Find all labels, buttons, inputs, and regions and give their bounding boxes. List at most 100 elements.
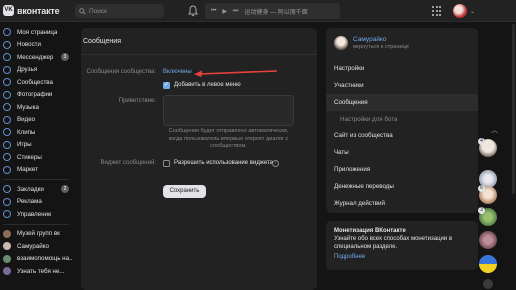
sidebar-item-label: Самурайко — [17, 242, 49, 250]
widget-label: Виджет сообщений: — [100, 160, 157, 166]
play-icon[interactable]: ▶ — [222, 8, 227, 15]
player-track-title: 运动健身 — 阿以丽千面 — [244, 9, 308, 16]
community-header[interactable]: Самурайко вернуться к странице — [334, 36, 409, 50]
search-icon — [79, 7, 86, 15]
sidebar-item-label: Фотографии — [17, 91, 53, 99]
sidebar-item-video[interactable]: Видео — [0, 114, 72, 127]
sidebar-item-label: Игры — [17, 141, 32, 149]
chat-avatar[interactable] — [479, 255, 497, 273]
games-icon — [3, 140, 11, 149]
sidebar-item-communities[interactable]: Сообщества — [0, 76, 72, 89]
menu-item-members[interactable]: Участники — [326, 77, 478, 94]
bell-icon[interactable] — [188, 5, 198, 17]
panel-divider — [81, 54, 317, 55]
sidebar-item-label: Моя страница — [17, 28, 58, 36]
menu-item-bot-settings[interactable]: Настройки для бота — [326, 111, 478, 127]
community-name[interactable]: Самурайко — [353, 36, 409, 43]
sidebar-item-label: Друзья — [17, 66, 38, 74]
save-button[interactable]: Сохранить — [163, 185, 206, 198]
sidebar-item-games[interactable]: Игры — [0, 139, 72, 152]
sidebar-item-group[interactable]: Самурайко — [0, 240, 72, 253]
sidebar-item-market[interactable]: Маркет — [0, 164, 72, 177]
sidebar-item-group[interactable]: взаимопомощь на... — [0, 253, 72, 266]
status-toggle-link[interactable]: Включены — [163, 69, 192, 75]
user-icon — [3, 28, 11, 37]
add-left-menu-checkbox[interactable] — [163, 81, 170, 89]
communities-icon — [3, 78, 11, 87]
group-avatar — [3, 267, 11, 276]
widget-checkbox[interactable] — [163, 160, 170, 167]
red-arrow-annotation — [194, 70, 278, 77]
community-avatar — [334, 36, 348, 50]
sidebar-divider — [3, 223, 69, 225]
menu-item-settings[interactable]: Настройки — [326, 60, 478, 77]
sidebar-item-label: Маркет — [17, 166, 38, 174]
chat-unread-badge: 3 — [478, 207, 485, 214]
profile-avatar[interactable] — [453, 4, 467, 18]
sidebar-item-label: Узнать тебя не... — [17, 267, 65, 275]
ads-icon — [3, 197, 11, 206]
sidebar-item-label: Новости — [17, 41, 41, 49]
logo-text: вконтакте — [17, 5, 60, 16]
sidebar-item-label: Музыка — [17, 103, 39, 111]
chat-avatar[interactable] — [479, 231, 497, 249]
sidebar-item-label: Закладки — [17, 185, 44, 193]
menu-item-apps[interactable]: Приложения — [326, 161, 478, 178]
monetization-more-link[interactable]: Подробнее — [334, 254, 470, 260]
top-header: VK вконтакте ⏮ ▶ ⏭ 运动健身 — 阿以丽千面 ⌄ — [0, 0, 516, 22]
greeting-textarea[interactable] — [163, 95, 294, 126]
sidebar-item-group[interactable]: Узнать тебя не... — [0, 265, 72, 278]
vk-logo[interactable]: VK вконтакте — [3, 5, 60, 16]
sidebar-item-photos[interactable]: Фотографии — [0, 89, 72, 102]
sidebar-item-group[interactable]: Музей групп вк — [0, 228, 72, 241]
search-input[interactable] — [89, 7, 159, 15]
sidebar-item-ads[interactable]: Реклама — [0, 196, 72, 209]
next-icon[interactable]: ⏭ — [233, 8, 238, 15]
left-sidebar: Моя страница Новости Мессенджер 3 Друзья … — [0, 26, 72, 278]
help-icon[interactable]: ? — [272, 159, 279, 167]
greeting-label: Приветствие: — [118, 98, 156, 104]
menu-item-transfers[interactable]: Денежные переводы — [326, 178, 478, 195]
menu-item-messages[interactable]: Сообщения — [326, 94, 478, 111]
chevron-down-icon[interactable]: ⌄ — [470, 8, 475, 15]
menu-item-chats[interactable]: Чаты — [326, 144, 478, 161]
prev-icon[interactable]: ⏮ — [211, 8, 216, 15]
sidebar-item-clips[interactable]: Клипы — [0, 126, 72, 139]
news-icon — [3, 40, 11, 49]
group-avatar — [3, 229, 11, 238]
community-menu-panel: Самурайко вернуться к странице Настройки… — [326, 28, 478, 213]
sidebar-item-label: Реклама — [17, 198, 42, 206]
search-box[interactable] — [75, 4, 164, 18]
sidebar-item-friends[interactable]: Друзья — [0, 64, 72, 77]
monetization-desc: Узнайте обо всех способах монетизации в … — [334, 236, 453, 250]
sidebar-item-news[interactable]: Новости — [0, 39, 72, 52]
count-badge: 2 — [61, 185, 69, 194]
manage-icon — [3, 210, 11, 219]
chevron-up-icon[interactable]: ︿ — [491, 125, 498, 135]
music-icon — [3, 103, 11, 112]
sticker-icon — [3, 153, 11, 162]
group-avatar — [3, 242, 11, 251]
sidebar-item-messenger[interactable]: Мессенджер 3 — [0, 51, 72, 64]
sidebar-item-label: Музей групп вк — [17, 230, 60, 238]
menu-item-action-log[interactable]: Журнал действий — [326, 195, 478, 212]
page-scrollbar[interactable] — [512, 24, 515, 194]
sidebar-item-my-page[interactable]: Моя страница — [0, 26, 72, 39]
sidebar-item-music[interactable]: Музыка — [0, 101, 72, 114]
back-to-page-link[interactable]: вернуться к странице — [353, 44, 409, 50]
sidebar-item-label: Сообщества — [17, 78, 53, 86]
message-icon — [3, 53, 11, 62]
music-player[interactable]: ⏮ ▶ ⏭ 运动健身 — 阿以丽千面 — [205, 3, 340, 19]
group-avatar — [3, 254, 11, 263]
monetization-card: Монетизация ВКонтакте Узнайте обо всех с… — [326, 221, 478, 270]
chat-new-icon[interactable] — [483, 279, 493, 289]
apps-grid-icon[interactable] — [432, 6, 442, 16]
sidebar-item-stickers[interactable]: Стикеры — [0, 151, 72, 164]
menu-item-site[interactable]: Сайт из сообщества — [326, 127, 478, 144]
sidebar-item-bookmarks[interactable]: Закладки 2 — [0, 183, 72, 196]
community-menu: Настройки Участники Сообщения Настройки … — [326, 60, 478, 212]
count-badge: 3 — [61, 53, 69, 62]
photo-icon — [3, 90, 11, 99]
sidebar-item-manage[interactable]: Управление — [0, 208, 72, 221]
sidebar-divider — [3, 179, 69, 180]
